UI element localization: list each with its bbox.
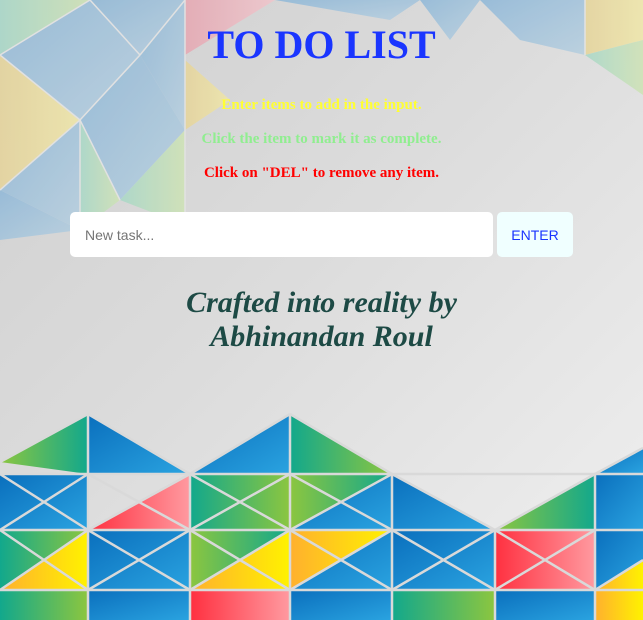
instruction-remove: Click on "DEL" to remove any item. xyxy=(203,165,440,181)
credit-text: Crafted into reality by Abhinandan Roul xyxy=(0,286,643,354)
enter-button[interactable]: ENTER xyxy=(497,212,573,257)
instruction-complete: Click the item to mark it as complete. xyxy=(201,131,442,147)
credit-line-1: Crafted into reality by xyxy=(186,286,457,319)
new-task-input[interactable] xyxy=(70,212,493,257)
instruction-add: Enter items to add in the input. xyxy=(221,97,422,113)
page-title: TO DO LIST xyxy=(207,22,436,67)
credit-line-2: Abhinandan Roul xyxy=(210,320,433,353)
todo-app: TO DO LIST Enter items to add in the inp… xyxy=(0,0,643,620)
